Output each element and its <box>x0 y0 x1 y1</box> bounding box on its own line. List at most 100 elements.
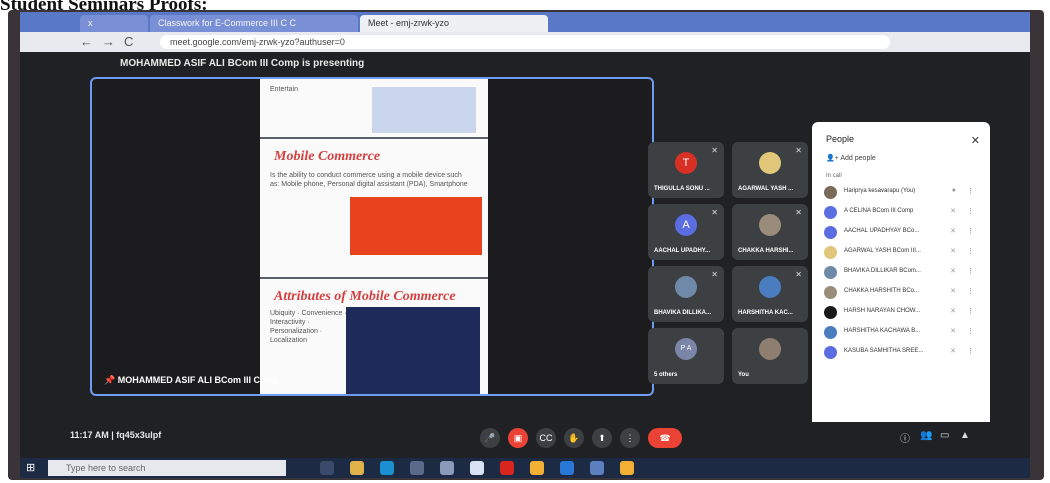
people-list-item[interactable]: HARSH NARAYAN CHOW... ✕ ⋮ <box>820 304 984 322</box>
more-icon[interactable]: ⋮ <box>967 307 974 315</box>
chrome-icon[interactable] <box>530 461 544 475</box>
avatar <box>824 346 837 359</box>
windows-taskbar: ⊞ Type here to search <box>20 458 1030 478</box>
person-name: A CELINA BCom III Comp <box>844 208 914 214</box>
tile-you[interactable]: You <box>732 328 808 384</box>
slide-text: Entertain <box>270 86 299 93</box>
raise-hand-button[interactable]: ✋ <box>564 428 584 448</box>
tab-classwork[interactable]: Classwork for E-Commerce III C C <box>150 15 358 32</box>
tab-meet[interactable]: Meet - emj-zrwk-yzo <box>360 15 548 32</box>
tile-name: AACHAL UPADHY... <box>654 248 711 254</box>
activities-icon[interactable]: ▲ <box>960 430 970 441</box>
presentation-stage[interactable]: Entertain Mobile Commerce Is the ability… <box>90 77 654 396</box>
close-icon[interactable]: ✕ <box>971 134 980 147</box>
end-call-button[interactable]: ☎ <box>648 428 682 448</box>
tab-previous[interactable]: x <box>80 15 148 32</box>
people-icon[interactable]: 👥 <box>920 430 932 441</box>
more-icon[interactable]: ⋮ <box>967 187 974 195</box>
person-name: KASUBA SAMHITHA SREE... <box>844 348 924 354</box>
more-icon[interactable]: ⋮ <box>967 247 974 255</box>
mobile-commerce-image <box>350 197 482 255</box>
people-list-item[interactable]: BHAVIKA DILLIKAR BCom... ✕ ⋮ <box>820 264 984 282</box>
forward-icon[interactable]: → <box>102 34 115 49</box>
tile-name: THIGULLA SONU ... <box>654 186 710 192</box>
camera-off-button[interactable]: ▣ <box>508 428 528 448</box>
avatar: P A <box>675 338 697 360</box>
tile-3[interactable]: A ✕ AACHAL UPADHY... <box>648 204 724 260</box>
slide-text: Ubiquity · Convenience · Interactivity ·… <box>270 310 347 344</box>
avatar <box>824 186 837 199</box>
url-field[interactable]: meet.google.com/emj-zrwk-yzo?authuser=0 <box>160 35 890 49</box>
tile-name: You <box>738 372 749 378</box>
mic-off-icon: ✕ <box>950 248 956 255</box>
file-explorer-icon[interactable] <box>350 461 364 475</box>
app-icon[interactable] <box>470 461 484 475</box>
tile-name: HARSHITHA KAC... <box>738 310 793 316</box>
back-icon[interactable]: ← <box>80 34 93 49</box>
tile-5[interactable]: ✕ BHAVIKA DILLIKA... <box>648 266 724 322</box>
info-icon[interactable]: ⓘ <box>900 430 910 445</box>
app-icon[interactable] <box>560 461 574 475</box>
more-icon[interactable]: ⋮ <box>967 327 974 335</box>
app-icon[interactable] <box>590 461 604 475</box>
person-name: HARSHITHA KACHAWA B... <box>844 328 921 334</box>
windows-start-icon[interactable]: ⊞ <box>26 461 35 474</box>
people-list-item[interactable]: CHAKKA HARSHITH BCo... ✕ ⋮ <box>820 284 984 302</box>
mic-off-icon: ✕ <box>711 270 718 279</box>
people-title: People <box>826 134 855 144</box>
slide-text: Is the ability to conduct commerce using… <box>270 172 468 188</box>
add-people-button[interactable]: 👤+ Add people <box>826 154 876 162</box>
store-icon[interactable] <box>410 461 424 475</box>
in-call-label: In call <box>826 173 842 179</box>
task-view-icon[interactable] <box>320 461 334 475</box>
tile-6[interactable]: ✕ HARSHITHA KAC... <box>732 266 808 322</box>
person-name: Hariprya kesavarapu (You) <box>844 188 916 194</box>
people-panel: People ✕ 👤+ Add people In call Hariprya … <box>812 122 990 442</box>
people-list-item[interactable]: HARSHITHA KACHAWA B... ✕ ⋮ <box>820 324 984 342</box>
netflix-icon[interactable] <box>500 461 514 475</box>
mic-button[interactable]: 🎤 <box>480 428 500 448</box>
app-icon[interactable] <box>440 461 454 475</box>
people-list-item[interactable]: Hariprya kesavarapu (You) ● ⋮ <box>820 184 984 202</box>
more-icon[interactable]: ⋮ <box>967 287 974 295</box>
mic-off-icon: ✕ <box>795 270 802 279</box>
chrome-icon[interactable] <box>620 461 634 475</box>
avatar <box>824 326 837 339</box>
people-list-item[interactable]: AACHAL UPADHYAY BCo... ✕ ⋮ <box>820 224 984 242</box>
avatar <box>675 276 697 298</box>
pin-icon[interactable]: 📌 <box>104 375 115 385</box>
taskbar-search[interactable]: Type here to search <box>48 460 286 476</box>
people-list-item[interactable]: A CELINA BCom III Comp ✕ ⋮ <box>820 204 984 222</box>
tile-2[interactable]: ✕ AGARWAL YASH ... <box>732 142 808 198</box>
avatar <box>759 152 781 174</box>
presenter-label: MOHAMMED ASIF ALI BCom III Comp <box>117 375 280 385</box>
more-icon[interactable]: ⋮ <box>967 227 974 235</box>
present-button[interactable]: ⬆ <box>592 428 612 448</box>
avatar <box>824 246 837 259</box>
tile-4[interactable]: ✕ CHAKKA HARSHI... <box>732 204 808 260</box>
mic-off-icon: ✕ <box>950 208 956 215</box>
avatar <box>824 266 837 279</box>
more-icon[interactable]: ⋮ <box>967 207 974 215</box>
tile-others[interactable]: P A 5 others <box>648 328 724 384</box>
avatar <box>759 276 781 298</box>
address-bar: ← → C meet.google.com/emj-zrwk-yzo?authu… <box>20 32 1030 52</box>
more-icon[interactable]: ⋮ <box>967 347 974 355</box>
slide-stack: Entertain Mobile Commerce Is the ability… <box>260 79 488 394</box>
tile-name: BHAVIKA DILLIKA... <box>654 310 711 316</box>
people-list-item[interactable]: AGARWAL YASH BCom III... ✕ ⋮ <box>820 244 984 262</box>
search-placeholder: Type here to search <box>66 463 146 473</box>
add-person-icon: 👤+ <box>826 155 839 162</box>
more-icon[interactable]: ⋮ <box>967 267 974 275</box>
edge-icon[interactable] <box>380 461 394 475</box>
avatar <box>824 206 837 219</box>
presenter-name: 📌 MOHAMMED ASIF ALI BCom III Comp <box>104 375 279 386</box>
more-options-button[interactable]: ⋮ <box>620 428 640 448</box>
avatar: A <box>675 214 697 236</box>
tile-1[interactable]: T ✕ THIGULLA SONU ... <box>648 142 724 198</box>
people-list-item[interactable]: KASUBA SAMHITHA SREE... ✕ ⋮ <box>820 344 984 362</box>
reload-icon[interactable]: C <box>124 34 133 49</box>
chat-icon[interactable]: ▭ <box>940 430 949 441</box>
meeting-code: fq45x3ulpf <box>116 430 162 440</box>
captions-button[interactable]: CC <box>536 428 556 448</box>
